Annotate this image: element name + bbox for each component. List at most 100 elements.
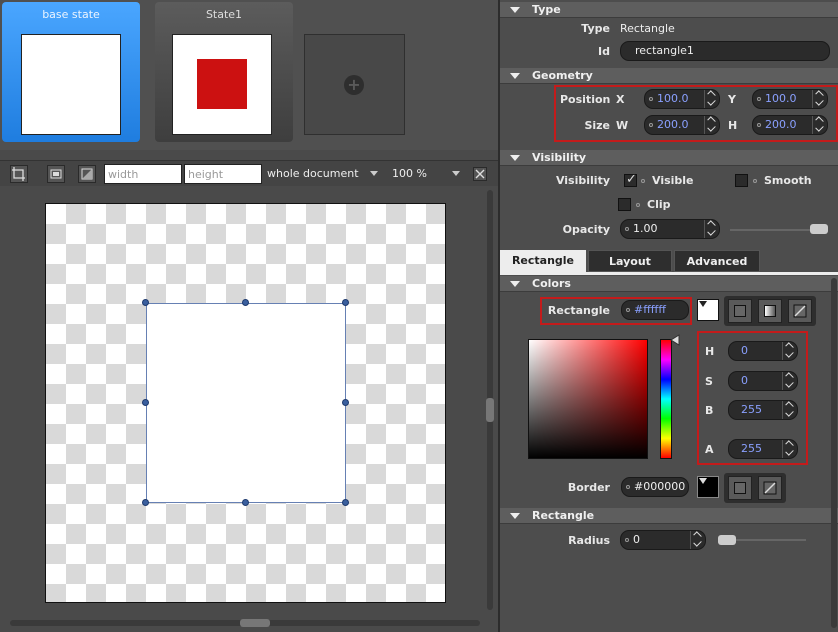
smooth-label: Smooth	[764, 174, 812, 187]
resize-handle-bottom-right[interactable]	[342, 499, 349, 506]
h-label: H	[728, 119, 738, 132]
width-input[interactable]: width	[104, 164, 182, 184]
opacity-input[interactable]: 1.00	[620, 219, 720, 239]
tab-advanced[interactable]: Advanced	[674, 250, 760, 272]
section-colors[interactable]: Colors	[500, 276, 838, 292]
resize-handle-bottom[interactable]	[242, 499, 249, 506]
position-label: Position	[560, 93, 611, 106]
zoom-dropdown-value: 100 %	[392, 167, 427, 180]
resize-handle-left[interactable]	[142, 399, 149, 406]
state1-red-rectangle	[197, 59, 247, 109]
tab-rectangle[interactable]: Rectangle	[500, 250, 586, 272]
saturation-brightness-picker[interactable]	[528, 339, 648, 459]
y-spinner[interactable]	[812, 90, 827, 108]
id-input[interactable]: rectangle1	[620, 41, 830, 61]
resize-handle-top[interactable]	[242, 299, 249, 306]
collapse-triangle-icon	[510, 155, 520, 161]
clip-label: Clip	[647, 198, 671, 211]
properties-scrollbar[interactable]	[831, 278, 837, 628]
hue-label: H	[705, 345, 715, 358]
section-colors-title: Colors	[532, 277, 571, 290]
w-spinner[interactable]	[704, 116, 719, 134]
state-base-label: base state	[42, 8, 100, 21]
section-rectangle[interactable]: Rectangle	[500, 508, 838, 524]
border-solid-button[interactable]	[728, 476, 752, 500]
border-color-swatch[interactable]	[697, 476, 719, 498]
swatch-corner-icon	[699, 478, 707, 484]
zoom-dropdown[interactable]: 100 %	[389, 164, 464, 184]
canvas-toolbar: width height whole document 100 %	[0, 160, 498, 186]
saturation-spinner[interactable]	[782, 372, 797, 390]
resize-handle-top-right[interactable]	[342, 299, 349, 306]
tab-layout[interactable]: Layout	[588, 250, 672, 272]
crop-tool-button[interactable]	[10, 165, 28, 183]
background-toggle-button[interactable]	[78, 165, 96, 183]
saturation-input[interactable]: 0	[728, 371, 798, 391]
radius-label: Radius	[568, 534, 610, 547]
hue-input[interactable]: 0	[728, 341, 798, 361]
solid-fill-button[interactable]	[728, 299, 752, 323]
frame-tool-button[interactable]	[47, 165, 65, 183]
vertical-scrollbar-thumb[interactable]	[486, 398, 494, 422]
chevron-down-icon	[370, 171, 378, 176]
visible-checkbox[interactable]: ✓	[624, 172, 637, 187]
w-input[interactable]: 200.0	[644, 115, 720, 135]
gradient-fill-button[interactable]	[758, 299, 782, 323]
radius-slider-handle[interactable]	[718, 535, 736, 545]
state-state1-thumbnail	[172, 34, 272, 135]
alpha-input[interactable]: 255	[728, 439, 798, 459]
section-type[interactable]: Type	[500, 2, 838, 18]
section-visibility[interactable]: Visibility	[500, 150, 838, 166]
scope-dropdown[interactable]: whole document	[264, 164, 382, 184]
rect-color-input[interactable]: #ffffff	[621, 300, 689, 320]
section-visibility-title: Visibility	[532, 151, 587, 164]
w-input-value: 200.0	[657, 118, 689, 131]
h-input[interactable]: 200.0	[752, 115, 828, 135]
resize-handle-right[interactable]	[342, 399, 349, 406]
x-input[interactable]: 100.0	[644, 89, 720, 109]
resize-handle-top-left[interactable]	[142, 299, 149, 306]
radius-input[interactable]: 0	[620, 530, 706, 550]
border-label: Border	[567, 481, 610, 494]
hue-pointer-icon[interactable]	[670, 334, 680, 346]
size-label: Size	[584, 119, 610, 132]
radius-spinner[interactable]	[690, 531, 705, 549]
collapse-triangle-icon	[510, 7, 520, 13]
h-spinner[interactable]	[812, 116, 827, 134]
alpha-spinner[interactable]	[782, 440, 797, 458]
horizontal-scrollbar-thumb[interactable]	[240, 619, 270, 627]
visible-label: Visible	[652, 174, 694, 187]
hue-slider[interactable]	[660, 339, 672, 459]
rect-color-swatch[interactable]	[697, 299, 719, 321]
selected-rectangle[interactable]	[146, 303, 346, 503]
height-input[interactable]: height	[184, 164, 262, 184]
y-input[interactable]: 100.0	[752, 89, 828, 109]
alpha-input-value: 255	[741, 442, 762, 455]
brightness-spinner[interactable]	[782, 401, 797, 419]
x-label: X	[616, 93, 625, 106]
state-base[interactable]: base state	[2, 2, 140, 142]
document-canvas[interactable]	[45, 203, 446, 603]
alpha-label: A	[705, 443, 714, 456]
clip-checkbox[interactable]	[618, 198, 631, 211]
state-state1[interactable]: State1	[155, 2, 293, 142]
collapse-triangle-icon	[510, 281, 520, 287]
rect-color-input-value: #ffffff	[634, 303, 666, 316]
opacity-slider-handle[interactable]	[810, 224, 828, 234]
smooth-checkbox[interactable]	[735, 174, 748, 187]
brightness-input[interactable]: 255	[728, 400, 798, 420]
no-fill-button[interactable]	[788, 299, 812, 323]
border-color-input[interactable]: #000000	[621, 477, 689, 497]
add-state-button[interactable]: +	[304, 34, 405, 135]
border-none-button[interactable]	[758, 476, 782, 500]
resize-handle-bottom-left[interactable]	[142, 499, 149, 506]
dot-icon	[753, 179, 757, 183]
hue-spinner[interactable]	[782, 342, 797, 360]
close-canvas-button[interactable]	[473, 167, 487, 181]
x-spinner[interactable]	[704, 90, 719, 108]
solid-fill-icon	[734, 305, 746, 317]
type-value: Rectangle	[620, 22, 675, 35]
section-geometry[interactable]: Geometry	[500, 68, 838, 84]
crop-icon	[12, 167, 25, 181]
opacity-spinner[interactable]	[704, 220, 719, 238]
